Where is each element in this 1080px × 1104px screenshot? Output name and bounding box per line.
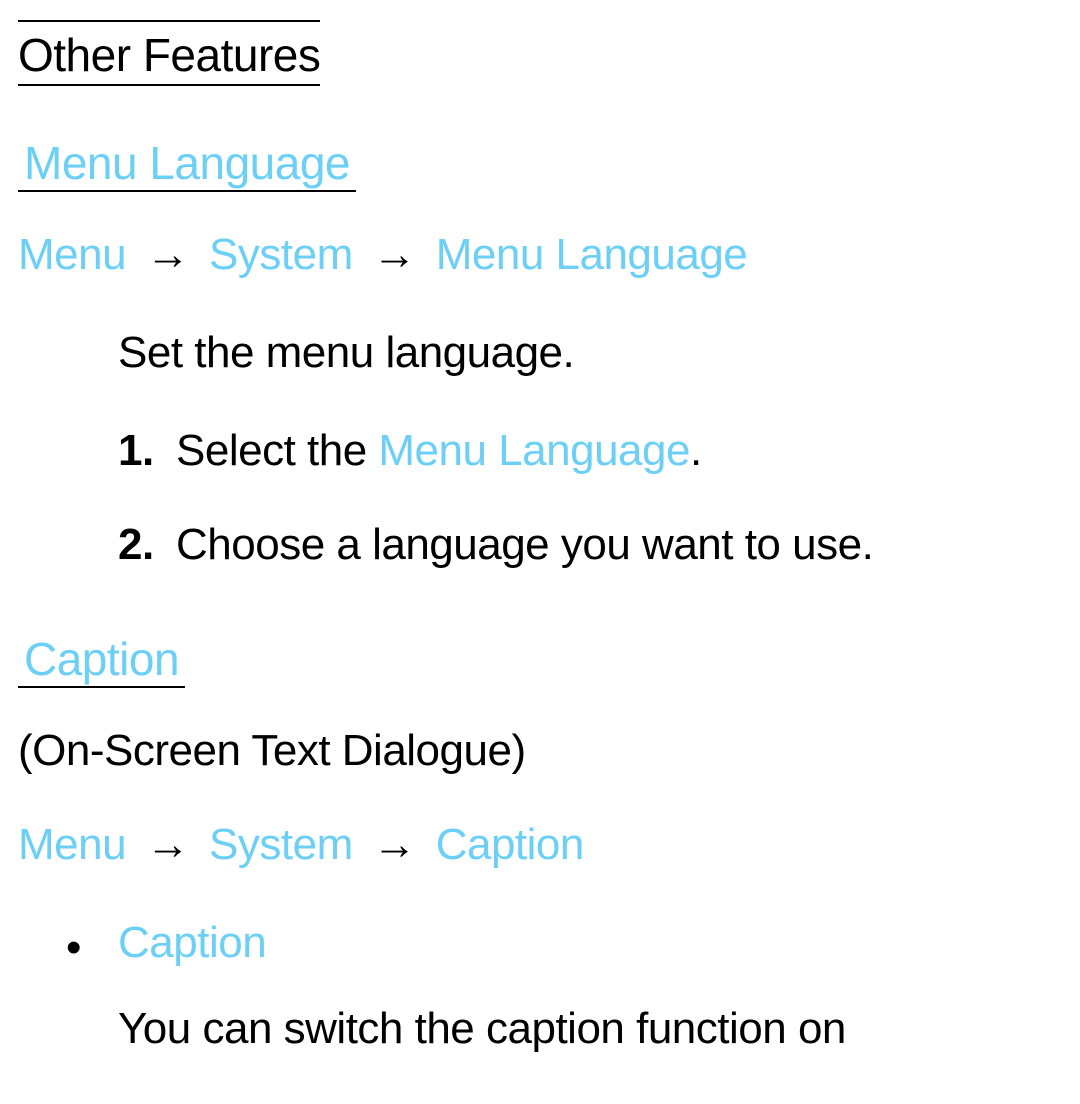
- step-2: Choose a language you want to use.: [118, 520, 1062, 570]
- bullet-caption: Caption You can switch the caption funct…: [66, 918, 1062, 1054]
- caption-bullets: Caption You can switch the caption funct…: [18, 918, 1062, 1054]
- breadcrumb-item-caption: Caption: [436, 820, 584, 869]
- step-1-prefix: Select the: [176, 426, 378, 475]
- breadcrumb-item-menu: Menu: [18, 230, 126, 279]
- arrow-right-icon: →: [372, 230, 416, 279]
- breadcrumb-caption: Menu → System → Caption: [18, 820, 1062, 870]
- arrow-right-icon: →: [372, 820, 416, 869]
- breadcrumb-item-system: System: [209, 820, 353, 869]
- step-1-link: Menu Language: [378, 426, 690, 475]
- section-heading-menu-language: Menu Language: [18, 136, 356, 192]
- steps-list: Select the Menu Language. Choose a langu…: [118, 426, 1062, 570]
- arrow-right-icon: →: [146, 820, 190, 869]
- page-title: Other Features: [18, 20, 320, 86]
- bullet-desc-caption: You can switch the caption function on: [118, 1004, 1062, 1054]
- step-1: Select the Menu Language.: [118, 426, 1062, 476]
- breadcrumb-item-menu: Menu: [18, 820, 126, 869]
- step-1-suffix: .: [690, 426, 702, 475]
- arrow-right-icon: →: [146, 230, 190, 279]
- section-heading-caption: Caption: [18, 632, 185, 688]
- breadcrumb-item-menu-language: Menu Language: [436, 230, 748, 279]
- menu-language-description: Set the menu language.: [118, 328, 1062, 378]
- breadcrumb-menu-language: Menu → System → Menu Language: [18, 230, 1062, 280]
- bullet-title-caption: Caption: [118, 918, 1062, 968]
- caption-subtitle: (On-Screen Text Dialogue): [18, 726, 1062, 776]
- breadcrumb-item-system: System: [209, 230, 353, 279]
